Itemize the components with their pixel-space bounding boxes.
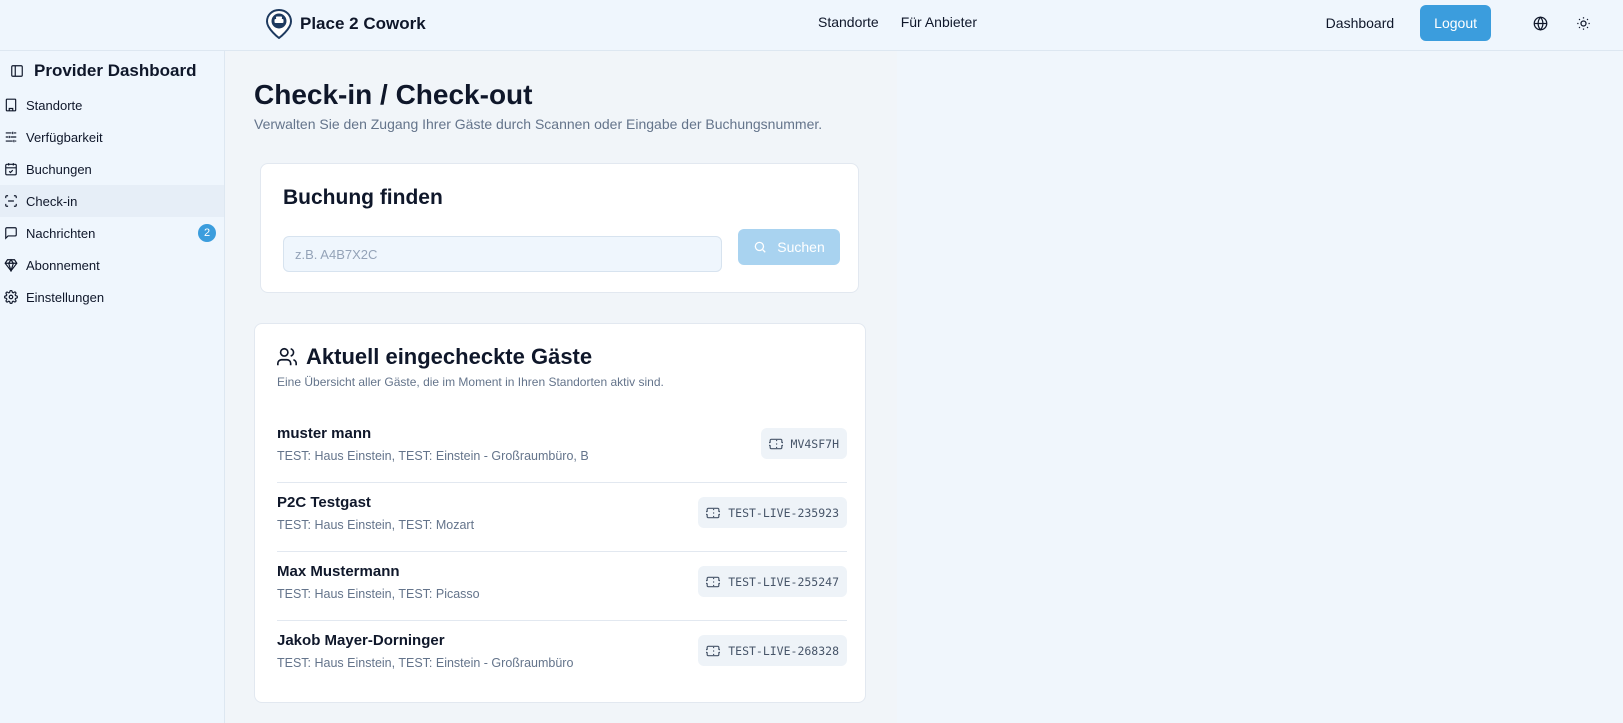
logout-button[interactable]: Logout	[1420, 5, 1491, 41]
guests-header: Aktuell eingecheckte Gäste	[276, 344, 592, 370]
sidebar-item-label: Check-in	[26, 193, 78, 209]
sidebar-header: Provider Dashboard	[10, 61, 197, 81]
empty-right-area	[897, 51, 1623, 723]
page-title: Check-in / Check-out	[254, 79, 533, 110]
brand-logo-link[interactable]: Place 2 Cowork	[266, 8, 426, 40]
unread-count-badge: 2	[198, 224, 216, 242]
guest-row: Jakob Mayer-Dorninger TEST: Haus Einstei…	[277, 621, 847, 690]
booking-code: TEST-LIVE-255247	[728, 574, 839, 589]
booking-search-title: Buchung finden	[283, 186, 443, 209]
guest-name: P2C Testgast	[277, 494, 371, 511]
users-icon	[276, 346, 298, 368]
sidebar-title: Provider Dashboard	[34, 61, 197, 80]
booking-code-badge: TEST-LIVE-235923	[698, 497, 847, 528]
sidebar-item-label: Einstellungen	[26, 289, 105, 305]
search-button[interactable]: Suchen	[738, 229, 840, 265]
sidebar-item-abonnement[interactable]: Abonnement	[0, 249, 224, 281]
sliders-icon	[4, 130, 18, 144]
search-button-label: Suchen	[777, 239, 825, 255]
ticket-icon	[706, 575, 721, 589]
booking-code-badge: MV4SF7H	[760, 428, 847, 459]
brand-name: Place 2 Cowork	[300, 14, 426, 33]
sidebar-menu: Standorte Verfügbarkeit Buchungen Check-…	[0, 89, 224, 313]
main-content: Check-in / Check-out Verwalten Sie den Z…	[225, 51, 897, 723]
sidebar-item-verfuegbarkeit[interactable]: Verfügbarkeit	[0, 121, 224, 153]
guest-row: Max Mustermann TEST: Haus Einstein, TEST…	[277, 552, 847, 621]
message-icon	[4, 226, 18, 240]
guest-name: Max Mustermann	[277, 563, 400, 580]
scan-icon	[4, 194, 18, 208]
guest-name: muster mann	[277, 425, 372, 442]
guest-name: Jakob Mayer-Dorninger	[277, 632, 445, 649]
checked-in-guests-card: Aktuell eingecheckte Gäste Eine Übersich…	[254, 323, 866, 703]
booking-number-input[interactable]	[283, 236, 722, 272]
guests-title: Aktuell eingecheckte Gäste	[306, 344, 593, 369]
booking-code-badge: TEST-LIVE-268328	[698, 635, 847, 666]
ticket-icon	[768, 437, 783, 451]
sun-icon[interactable]	[1571, 11, 1595, 35]
sidebar-item-label: Buchungen	[26, 161, 92, 177]
booking-code-badge: TEST-LIVE-255247	[698, 566, 847, 597]
ticket-icon	[706, 506, 721, 520]
top-navbar: Place 2 Cowork Standorte Für Anbieter Da…	[0, 0, 1623, 51]
gear-icon	[4, 290, 18, 304]
dashboard-link[interactable]: Dashboard	[1326, 15, 1395, 31]
building-icon	[4, 98, 18, 112]
top-nav: Standorte Für Anbieter	[818, 14, 977, 30]
nav-link-fuer-anbieter[interactable]: Für Anbieter	[901, 14, 977, 30]
sidebar: Provider Dashboard Standorte Verfügbarke…	[0, 51, 225, 723]
guest-row: P2C Testgast TEST: Haus Einstein, TEST: …	[277, 483, 847, 552]
sidebar-item-einstellungen[interactable]: Einstellungen	[0, 281, 224, 313]
booking-search-card: Buchung finden Suchen	[260, 163, 859, 293]
map-pin-logo-icon	[266, 9, 292, 39]
guests-description: Eine Übersicht aller Gäste, die im Momen…	[277, 375, 664, 389]
calendar-check-icon	[4, 162, 18, 176]
ticket-icon	[706, 644, 721, 658]
booking-code: MV4SF7H	[790, 436, 839, 451]
sidebar-toggle-icon[interactable]	[10, 64, 24, 78]
guest-location: TEST: Haus Einstein, TEST: Einstein - Gr…	[277, 656, 574, 670]
guest-location: TEST: Haus Einstein, TEST: Einstein - Gr…	[277, 449, 589, 463]
gem-icon	[4, 258, 18, 272]
booking-code: TEST-LIVE-268328	[728, 643, 839, 658]
sidebar-item-label: Nachrichten	[26, 225, 96, 241]
booking-code: TEST-LIVE-235923	[728, 505, 839, 520]
sidebar-item-buchungen[interactable]: Buchungen	[0, 153, 224, 185]
sidebar-item-standorte[interactable]: Standorte	[0, 89, 224, 121]
sidebar-item-nachrichten[interactable]: Nachrichten 2	[0, 217, 224, 249]
nav-link-standorte[interactable]: Standorte	[818, 14, 879, 30]
guest-location: TEST: Haus Einstein, TEST: Mozart	[277, 518, 475, 532]
guest-list: muster mann TEST: Haus Einstein, TEST: E…	[277, 414, 847, 690]
globe-icon[interactable]	[1528, 11, 1552, 35]
sidebar-item-label: Abonnement	[26, 257, 100, 273]
search-icon	[753, 240, 767, 254]
sidebar-item-check-in[interactable]: Check-in	[0, 185, 224, 217]
guest-location: TEST: Haus Einstein, TEST: Picasso	[277, 587, 480, 601]
guest-row: muster mann TEST: Haus Einstein, TEST: E…	[277, 414, 847, 483]
top-actions: Dashboard Logout	[1326, 5, 1595, 41]
sidebar-item-label: Standorte	[26, 97, 83, 113]
page-subtitle: Verwalten Sie den Zugang Ihrer Gäste dur…	[254, 116, 823, 132]
sidebar-item-label: Verfügbarkeit	[26, 129, 103, 145]
